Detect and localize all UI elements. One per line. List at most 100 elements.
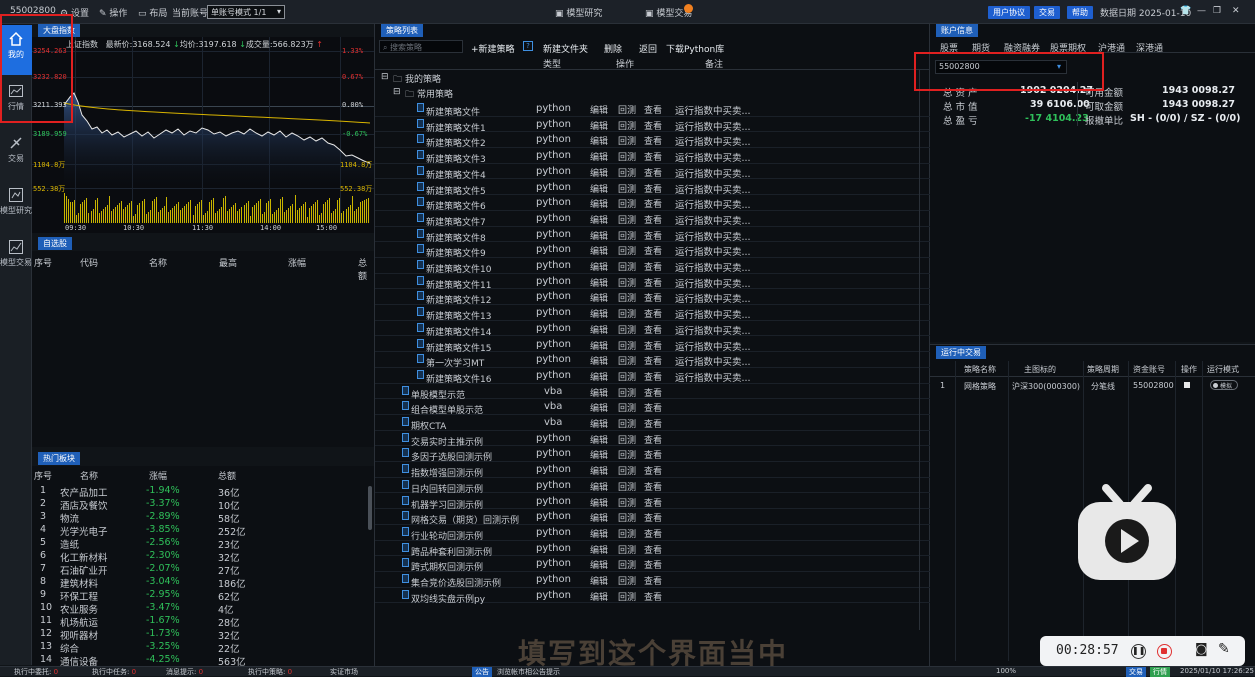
sector-row[interactable]: 4 光学光电子 -3.85% 252亿 [32,524,372,538]
view-button[interactable]: 查看 [644,213,662,226]
strategy-row[interactable]: 新建策略文件3 python 编辑 回测 查看 运行指数中买卖... [375,148,931,165]
view-button[interactable]: 查看 [644,150,662,163]
layout-menu[interactable]: ▭ 布局 [138,6,167,19]
backtest-button[interactable]: 回测 [618,464,636,477]
view-button[interactable]: 查看 [644,197,662,210]
backtest-button[interactable]: 回测 [618,339,636,352]
strategy-row[interactable]: 新建策略文件6 python 编辑 回测 查看 运行指数中买卖... [375,195,931,212]
strategy-row[interactable]: 新建策略文件 python 编辑 回测 查看 运行指数中买卖... [375,101,931,118]
backtest-button[interactable]: 回测 [618,150,636,163]
backtest-button[interactable]: 回测 [618,166,636,179]
sector-row[interactable]: 2 酒店及餐饮 -3.37% 10亿 [32,498,372,512]
strategy-search-input[interactable]: ⌕ 搜索策略 [379,40,463,53]
backtest-button[interactable]: 回测 [618,119,636,132]
edit-button[interactable]: 编辑 [590,260,608,273]
edit-button[interactable]: 编辑 [590,480,608,493]
strategy-row[interactable]: 机器学习回测示例 python 编辑 回测 查看 [375,494,931,511]
view-button[interactable]: 查看 [644,307,662,320]
strategy-row[interactable]: 新建策略文件4 python 编辑 回测 查看 运行指数中买卖... [375,164,931,181]
strategy-row[interactable]: 新建策略文件15 python 编辑 回测 查看 运行指数中买卖... [375,337,931,354]
edit-button[interactable]: 编辑 [590,417,608,430]
view-button[interactable]: 查看 [644,260,662,273]
trade-button[interactable]: 交易 [1034,6,1060,19]
strategy-row[interactable]: 第一次学习MT python 编辑 回测 查看 运行指数中买卖... [375,352,931,369]
backtest-button[interactable]: 回测 [618,354,636,367]
backtest-button[interactable]: 回测 [618,511,636,524]
tab-running-trades[interactable]: 运行中交易 [936,346,986,359]
edit-button[interactable]: 编辑 [590,197,608,210]
sector-row[interactable]: 13 综合 -3.25% 22亿 [32,641,372,655]
view-button[interactable]: 查看 [644,370,662,383]
backtest-button[interactable]: 回测 [618,291,636,304]
nav-item-research[interactable]: 模型研究 [0,181,32,231]
restore-icon[interactable]: ❐ [1213,6,1221,16]
view-button[interactable]: 查看 [644,558,662,571]
view-button[interactable]: 查看 [644,527,662,540]
delete-button[interactable]: 删除 [604,42,622,55]
backtest-button[interactable]: 回测 [618,386,636,399]
sector-row[interactable]: 1 农产品加工 -1.94% 36亿 [32,485,372,499]
edit-button[interactable]: 编辑 [590,511,608,524]
help-button[interactable]: 帮助 [1067,6,1093,19]
strategy-row[interactable]: 新建策略文件16 python 编辑 回测 查看 运行指数中买卖... [375,368,931,385]
backtest-button[interactable]: 回测 [618,543,636,556]
close-icon[interactable]: ✕ [1232,6,1240,16]
view-button[interactable]: 查看 [644,229,662,242]
strategy-row[interactable]: 期权CTA vba 编辑 回测 查看 [375,415,931,432]
view-button[interactable]: 查看 [644,291,662,304]
tab-account-info[interactable]: 账户信息 [936,24,978,37]
view-button[interactable]: 查看 [644,134,662,147]
intraday-chart[interactable]: 3254.263 3232.820 3211.393 3189.959 1.33… [32,37,374,233]
strategy-row[interactable]: 单股模型示范 vba 编辑 回测 查看 [375,384,931,401]
view-button[interactable]: 查看 [644,511,662,524]
edit-button[interactable]: 编辑 [590,213,608,226]
user-agreement-button[interactable]: 用户协议 [988,6,1030,19]
mode-toggle[interactable]: 模拟 [1210,380,1238,390]
help-icon[interactable]: ? [523,41,533,51]
account-mode-select[interactable]: 单账号模式 1/1 ▾ [207,5,285,19]
backtest-button[interactable]: 回测 [618,574,636,587]
backtest-button[interactable]: 回测 [618,433,636,446]
edit-button[interactable]: 编辑 [590,119,608,132]
view-button[interactable]: 查看 [644,543,662,556]
backtest-button[interactable]: 回测 [618,197,636,210]
backtest-button[interactable]: 回测 [618,244,636,257]
view-button[interactable]: 查看 [644,433,662,446]
zoom-level[interactable]: 100% [996,667,1016,675]
edit-button[interactable]: 编辑 [590,229,608,242]
sector-row[interactable]: 5 造纸 -2.56% 23亿 [32,537,372,551]
edit-button[interactable]: 编辑 [590,401,608,414]
view-button[interactable]: 查看 [644,103,662,116]
sector-row[interactable]: 6 化工新材料 -2.30% 32亿 [32,550,372,564]
edit-button[interactable]: 编辑 [590,244,608,257]
minimize-icon[interactable]: — [1197,6,1206,16]
strategy-row[interactable]: 新建策略文件5 python 编辑 回测 查看 运行指数中买卖... [375,180,931,197]
strategy-row[interactable]: 指数增强回测示例 python 编辑 回测 查看 [375,462,931,479]
back-button[interactable]: 返回 [639,42,657,55]
pause-icon[interactable]: ❚❚ [1131,644,1146,659]
strategy-row[interactable]: 双均线实盘示例py python 编辑 回测 查看 [375,588,931,605]
download-python-lib-button[interactable]: 下载Python库 [666,42,724,55]
sector-row[interactable]: 9 环保工程 -2.95% 62亿 [32,589,372,603]
backtest-button[interactable]: 回测 [618,276,636,289]
subtab-sz-hk[interactable]: 深港通 [1136,41,1163,54]
edit-button[interactable]: 编辑 [590,543,608,556]
edit-button[interactable]: 编辑 [590,386,608,399]
backtest-button[interactable]: 回测 [618,213,636,226]
edit-button[interactable]: 编辑 [590,323,608,336]
view-button[interactable]: 查看 [644,417,662,430]
operate-menu[interactable]: ✎ 操作 [99,6,127,19]
view-button[interactable]: 查看 [644,166,662,179]
view-button[interactable]: 查看 [644,464,662,477]
strategy-row[interactable]: 集合竞价选股回测示例 python 编辑 回测 查看 [375,572,931,589]
strategy-row[interactable]: 日内回转回测示例 python 编辑 回测 查看 [375,478,931,495]
edit-button[interactable]: 编辑 [590,354,608,367]
strategy-row[interactable]: 新建策略文件2 python 编辑 回测 查看 运行指数中买卖... [375,132,931,149]
sector-row[interactable]: 3 物流 -2.89% 58亿 [32,511,372,525]
backtest-button[interactable]: 回测 [618,103,636,116]
backtest-button[interactable]: 回测 [618,496,636,509]
backtest-button[interactable]: 回测 [618,260,636,273]
view-button[interactable]: 查看 [644,480,662,493]
edit-button[interactable]: 编辑 [590,134,608,147]
view-button[interactable]: 查看 [644,401,662,414]
